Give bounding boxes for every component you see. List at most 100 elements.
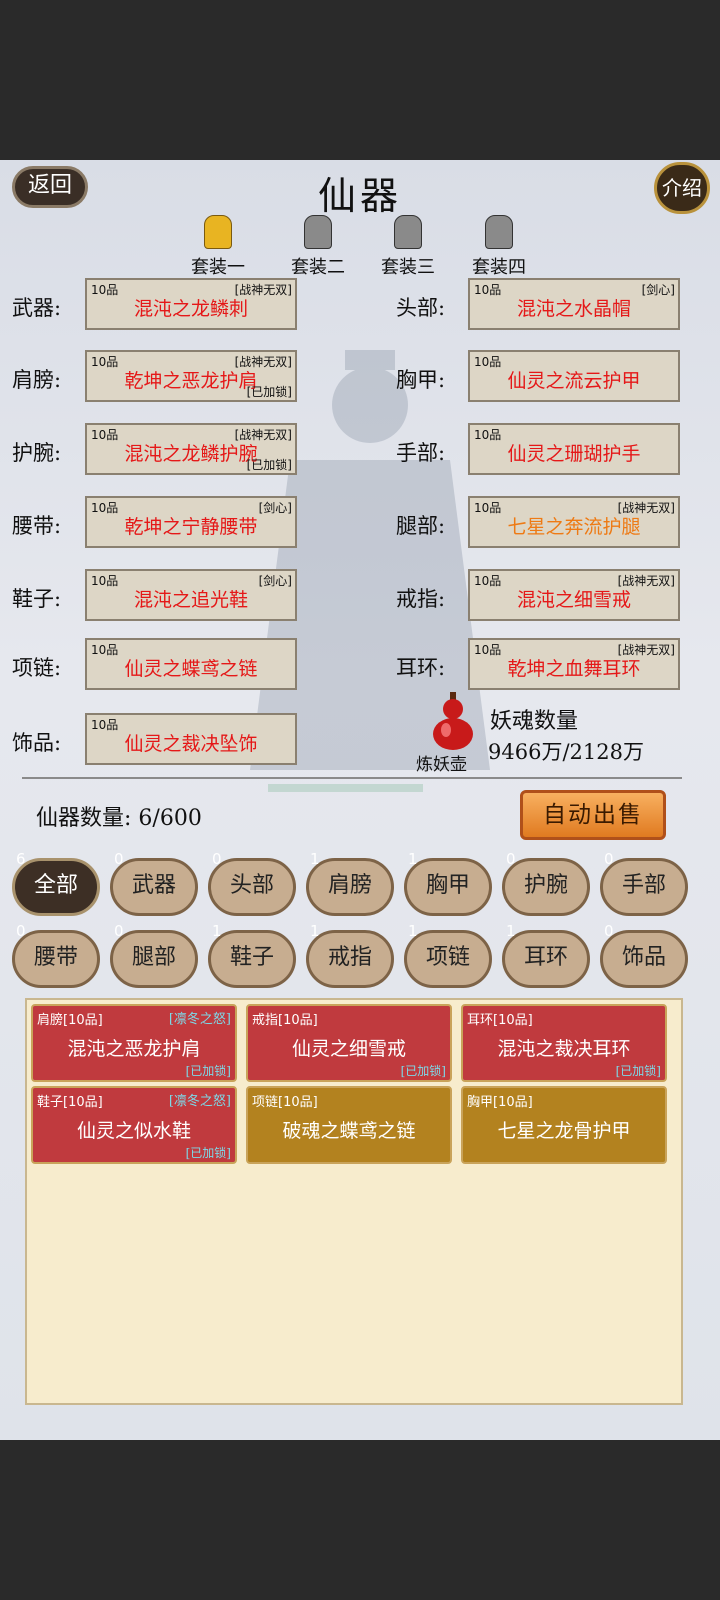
set-tab-3[interactable]: 套装三 <box>368 215 448 279</box>
slot-label: 耳环: <box>396 656 446 680</box>
equipment-screen: 返回 仙器 介绍 套装一 套装二 套装三 套装四 武器: 10品 [战神无双] 混沌之… <box>0 160 720 1440</box>
item-header: 胸甲[10品] <box>467 1095 533 1110</box>
slot-label: 鞋子: <box>12 587 62 611</box>
tab-count-badge: 0 <box>114 922 124 940</box>
item-tag: [凛冬之怒] <box>168 1012 231 1027</box>
divider <box>22 777 682 779</box>
count-label: 仙器数量: <box>36 806 132 831</box>
item-header: 耳环[10品] <box>467 1013 533 1028</box>
item-name: 仙灵之珊瑚护手 <box>507 443 641 465</box>
slot-label: 腰带: <box>12 514 62 538</box>
tab-count-badge: 0 <box>506 850 516 868</box>
inventory-count: 仙器数量: 6/600 <box>36 800 202 832</box>
page-title: 仙器 <box>317 174 402 218</box>
slot-label: 项链: <box>12 656 62 680</box>
lock-status: [已加锁] <box>185 1064 231 1078</box>
slot-label: 戒指: <box>396 587 446 611</box>
equipment-slot[interactable]: 10品 [战神无双] 混沌之龙鳞刺 <box>85 278 297 330</box>
item-name: 仙灵之蝶鸢之链 <box>124 658 258 680</box>
tab-count-badge: 1 <box>408 922 418 940</box>
item-name: 混沌之恶龙护肩 <box>67 1038 201 1060</box>
equipment-slot[interactable]: 10品 [战神无双] 混沌之龙鳞护腕 [已加锁] <box>85 423 297 475</box>
slot-label: 饰品: <box>12 731 62 755</box>
tab-count-badge: 0 <box>604 850 614 868</box>
item-name: 混沌之龙鳞刺 <box>133 298 248 320</box>
equipment-slot[interactable]: 10品 [战神无双] 乾坤之血舞耳环 <box>468 638 680 690</box>
equipment-slot[interactable]: 10品 [战神无双] 七星之奔流护腿 <box>468 496 680 548</box>
set-tab-2[interactable]: 套装二 <box>278 215 358 279</box>
item-name: 七星之龙骨护甲 <box>497 1120 631 1142</box>
tab-count-badge: 0 <box>604 922 614 940</box>
inventory-item-card[interactable]: 戒指[10品] 仙灵之细雪戒 [已加锁] <box>246 1004 452 1082</box>
inventory-panel: 肩膀[10品] [凛冬之怒] 混沌之恶龙护肩 [已加锁] 戒指[10品] 仙灵之细雪戒 [已… <box>25 998 683 1405</box>
equipment-slot[interactable]: 10品 [剑心] 混沌之追光鞋 <box>85 569 297 621</box>
equipment-slot[interactable]: 10品 仙灵之珊瑚护手 <box>468 423 680 475</box>
soul-value: 9466万/2128万 <box>488 740 644 764</box>
set-label: 套装三 <box>381 257 435 278</box>
slot-label: 肩膀: <box>12 368 62 392</box>
count-value: 6/600 <box>138 806 202 831</box>
slot-label: 护腕: <box>12 441 62 465</box>
inventory-item-card[interactable]: 胸甲[10品] 七星之龙骨护甲 <box>461 1086 667 1164</box>
tab-count-badge: 6 <box>16 850 26 868</box>
item-header: 肩膀[10品] <box>37 1013 103 1028</box>
item-name: 仙灵之裁决坠饰 <box>124 733 258 755</box>
auto-sell-button[interactable]: 自动出售 <box>520 790 666 840</box>
equipment-slot[interactable]: 10品 [战神无双] 混沌之细雪戒 <box>468 569 680 621</box>
item-name: 仙灵之细雪戒 <box>291 1038 406 1060</box>
inventory-item-card[interactable]: 鞋子[10品] [凛冬之怒] 仙灵之似水鞋 [已加锁] <box>31 1086 237 1164</box>
lock-status: [已加锁] <box>246 458 292 472</box>
item-header: 项链[10品] <box>252 1095 318 1110</box>
tab-count-badge: 0 <box>114 850 124 868</box>
item-name: 混沌之追光鞋 <box>133 589 248 611</box>
tab-count-badge: 1 <box>310 922 320 940</box>
equipment-slot[interactable]: 10品 仙灵之蝶鸢之链 <box>85 638 297 690</box>
lock-status: [已加锁] <box>246 385 292 399</box>
item-header: 鞋子[10品] <box>37 1095 103 1110</box>
helmet-icon <box>204 215 232 249</box>
lock-status: [已加锁] <box>400 1064 446 1078</box>
item-name: 乾坤之宁静腰带 <box>124 516 258 538</box>
item-header: 戒指[10品] <box>252 1013 318 1028</box>
equipment-slot[interactable]: 10品 仙灵之裁决坠饰 <box>85 713 297 765</box>
helmet-icon <box>485 215 513 249</box>
helmet-icon <box>304 215 332 249</box>
item-name: 仙灵之流云护甲 <box>507 370 641 392</box>
item-name: 混沌之细雪戒 <box>516 589 631 611</box>
helmet-icon <box>394 215 422 249</box>
set-tab-4[interactable]: 套装四 <box>459 215 539 279</box>
inventory-item-card[interactable]: 肩膀[10品] [凛冬之怒] 混沌之恶龙护肩 [已加锁] <box>31 1004 237 1082</box>
equipment-slot[interactable]: 10品 [战神无双] 乾坤之恶龙护肩 [已加锁] <box>85 350 297 402</box>
equipment-slot[interactable]: 10品 [剑心] 乾坤之宁静腰带 <box>85 496 297 548</box>
item-name: 混沌之裁决耳环 <box>497 1038 631 1060</box>
set-label: 套装四 <box>472 257 526 278</box>
item-name: 七星之奔流护腿 <box>507 516 641 538</box>
tab-count-badge: 0 <box>16 922 26 940</box>
set-label: 套装二 <box>291 257 345 278</box>
tab-count-badge: 1 <box>506 922 516 940</box>
refining-pot-label: 炼妖壶 <box>416 755 467 775</box>
info-button[interactable]: 介绍 <box>654 162 710 214</box>
gourd-icon[interactable] <box>430 692 476 750</box>
item-name: 混沌之水晶帽 <box>516 298 631 320</box>
item-name: 乾坤之血舞耳环 <box>507 658 641 680</box>
set-tab-1[interactable]: 套装一 <box>178 215 258 279</box>
tab-count-badge: 0 <box>212 850 222 868</box>
slot-label: 手部: <box>396 441 446 465</box>
tab-count-badge: 1 <box>310 850 320 868</box>
inventory-item-card[interactable]: 项链[10品] 破魂之蝶鸢之链 <box>246 1086 452 1164</box>
item-name: 破魂之蝶鸢之链 <box>282 1120 416 1142</box>
soul-title: 妖魂数量 <box>490 709 579 734</box>
item-name: 仙灵之似水鞋 <box>76 1120 191 1142</box>
inventory-item-card[interactable]: 耳环[10品] 混沌之裁决耳环 [已加锁] <box>461 1004 667 1082</box>
slot-label: 胸甲: <box>396 368 446 392</box>
equipment-slot[interactable]: 10品 [剑心] 混沌之水晶帽 <box>468 278 680 330</box>
set-label: 套装一 <box>191 257 245 278</box>
tab-count-badge: 1 <box>408 850 418 868</box>
progress-strip <box>268 784 423 792</box>
slot-label: 武器: <box>12 296 62 320</box>
equipment-slot[interactable]: 10品 仙灵之流云护甲 <box>468 350 680 402</box>
slot-label: 头部: <box>396 296 446 320</box>
lock-status: [已加锁] <box>615 1064 661 1078</box>
tab-count-badge: 1 <box>212 922 222 940</box>
